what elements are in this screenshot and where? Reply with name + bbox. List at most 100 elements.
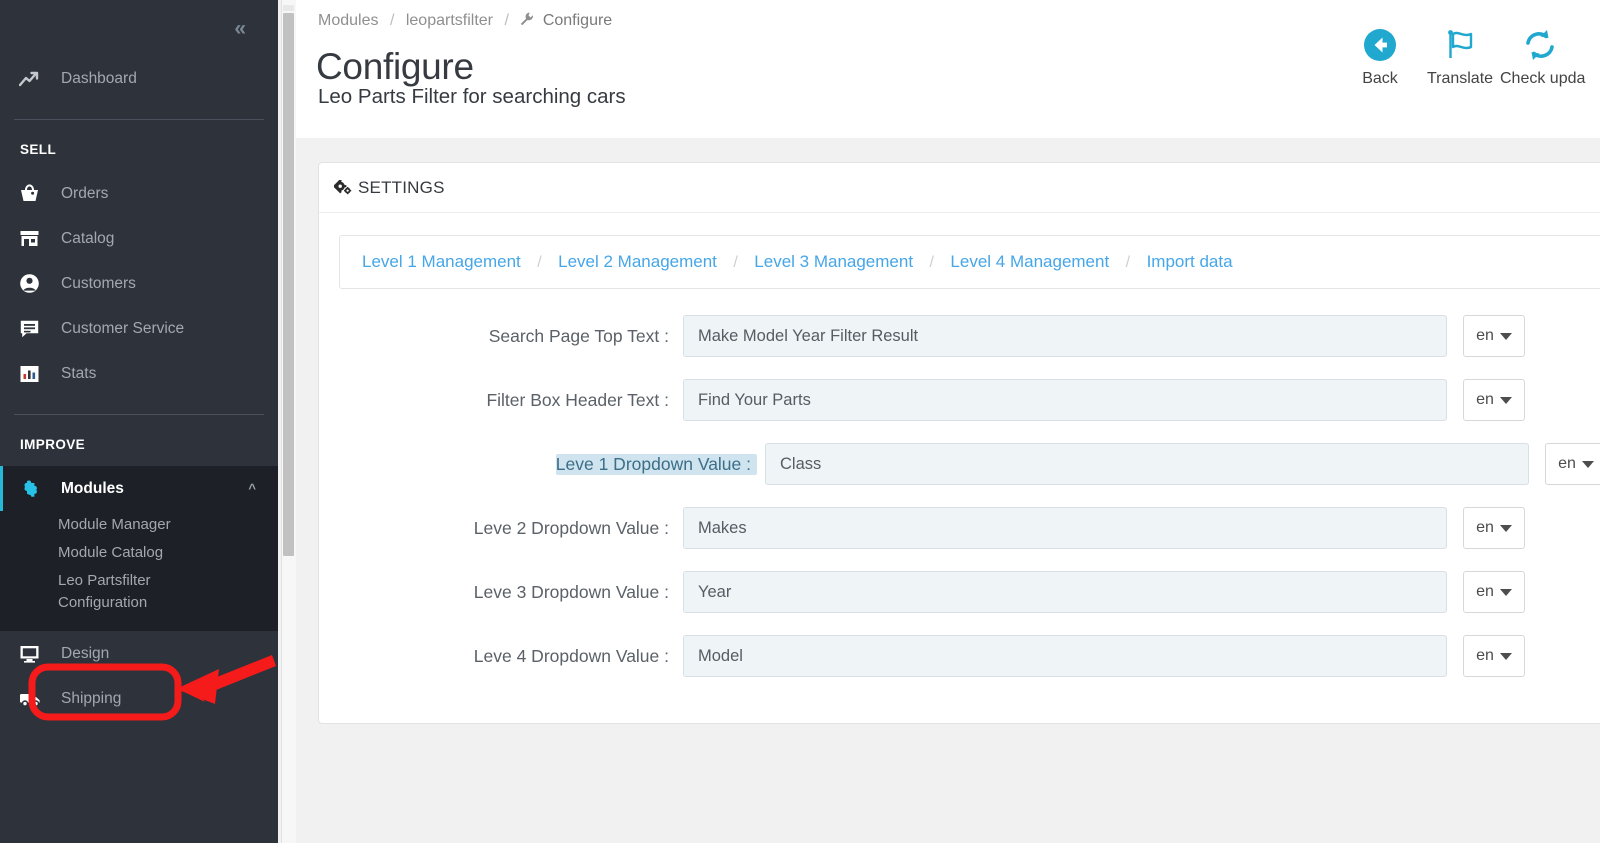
sidebar-item-catalog[interactable]: Catalog	[0, 216, 278, 261]
filter-box-header-text-input[interactable]	[683, 379, 1447, 421]
chevron-down-icon	[1499, 588, 1512, 596]
language-code-label: en	[1476, 647, 1494, 664]
sidebar-item-shipping[interactable]: Shipping	[0, 676, 278, 721]
sidebar-item-label: Design	[61, 644, 110, 662]
tab-level-2-management[interactable]: Level 2 Management	[558, 252, 717, 271]
chevron-down-icon	[1499, 332, 1512, 340]
sidebar-section-title-improve: IMPROVE	[20, 437, 86, 452]
flag-icon	[1442, 22, 1478, 68]
toolbar-label: Check upda	[1500, 70, 1586, 87]
sidebar-collapse-row: «	[0, 0, 278, 56]
sidebar-item-orders[interactable]: Orders	[0, 171, 278, 216]
tab-separator: /	[1125, 254, 1131, 271]
arrow-left-circle-icon	[1363, 22, 1397, 68]
trend-up-icon	[19, 68, 51, 90]
page-toolbar: Back Translate Check upda	[1340, 22, 1600, 88]
monitor-icon	[19, 643, 51, 665]
sidebar-item-label: Stats	[61, 364, 97, 382]
chevron-up-icon[interactable]: ^	[248, 482, 256, 495]
level-1-dropdown-value-input[interactable]	[765, 443, 1529, 485]
sidebar-scrollbar-cap	[283, 5, 294, 11]
toolbar-check-update-button[interactable]: Check upda	[1500, 22, 1600, 88]
language-selector-button[interactable]: en	[1463, 315, 1525, 357]
sidebar-item-label: Modules	[61, 479, 124, 497]
main-content: Modules / leopartsfilter / Configure Con…	[296, 0, 1600, 843]
settings-panel-title: SETTINGS	[358, 177, 445, 197]
chevron-double-left-icon[interactable]: «	[234, 18, 246, 39]
language-selector-button[interactable]: en	[1463, 379, 1525, 421]
tab-level-3-management[interactable]: Level 3 Management	[754, 252, 913, 271]
toolbar-translate-button[interactable]: Translate	[1420, 22, 1500, 88]
person-circle-icon	[19, 273, 51, 295]
level-2-dropdown-value-input[interactable]	[683, 507, 1447, 549]
main-sidebar: « Dashboard SELL Orders Catalog Customer…	[0, 0, 278, 843]
toolbar-label: Back	[1362, 70, 1398, 87]
bar-chart-icon	[19, 363, 51, 385]
language-selector-button[interactable]: en	[1463, 635, 1525, 677]
language-code-label: en	[1558, 455, 1576, 472]
tab-level-1-management[interactable]: Level 1 Management	[362, 252, 521, 271]
tab-separator: /	[929, 254, 934, 271]
sidebar-scrollbar-thumb[interactable]	[283, 13, 294, 556]
field-row-level-3-dropdown-value: Leve 3 Dropdown Value : en	[339, 571, 1600, 613]
sidebar-item-label: Catalog	[61, 229, 115, 247]
sidebar-item-label: Dashboard	[61, 69, 137, 87]
sidebar-item-label: Customer Service	[61, 319, 185, 337]
sidebar-section-title-sell: SELL	[20, 142, 57, 157]
breadcrumb-current: Configure	[542, 12, 613, 29]
language-code-label: en	[1476, 583, 1494, 600]
tab-separator: /	[733, 254, 738, 271]
tab-level-4-management[interactable]: Level 4 Management	[950, 252, 1109, 271]
breadcrumb: Modules / leopartsfilter / Configure	[318, 12, 612, 31]
refresh-icon	[1500, 22, 1558, 68]
field-label: Filter Box Header Text :	[486, 389, 669, 410]
content-background: SETTINGS Level 1 Management / Level 2 Ma…	[296, 138, 1600, 843]
tab-separator: /	[537, 254, 542, 271]
sidebar-item-label: Shipping	[61, 689, 122, 707]
field-label: Leve 4 Dropdown Value :	[473, 645, 669, 666]
chevron-down-icon	[1499, 652, 1512, 660]
sidebar-item-stats[interactable]: Stats	[0, 351, 278, 396]
truck-icon	[19, 688, 51, 710]
sidebar-item-dashboard[interactable]: Dashboard	[0, 56, 278, 101]
wrench-icon	[520, 12, 534, 31]
level-3-dropdown-value-input[interactable]	[683, 571, 1447, 613]
sidebar-submenu-modules: Module Manager Module Catalog Leo Partsf…	[0, 511, 278, 631]
sidebar-subitem-module-manager[interactable]: Module Manager	[0, 511, 278, 539]
language-code-label: en	[1476, 519, 1494, 536]
sidebar-item-label: Customers	[61, 274, 136, 292]
store-icon	[19, 228, 51, 250]
sidebar-item-customer-service[interactable]: Customer Service	[0, 306, 278, 351]
language-selector-button[interactable]: en	[1463, 507, 1525, 549]
tab-import-data[interactable]: Import data	[1147, 252, 1233, 271]
language-selector-button[interactable]: en	[1463, 571, 1525, 613]
settings-panel: SETTINGS Level 1 Management / Level 2 Ma…	[318, 162, 1600, 724]
sidebar-subitem-leo-partsfilter-configuration[interactable]: Leo Partsfilter Configuration	[0, 567, 160, 617]
sidebar-item-design[interactable]: Design	[0, 631, 278, 676]
breadcrumb-item-modules[interactable]: Modules	[318, 12, 378, 29]
language-selector-button[interactable]: en	[1545, 443, 1600, 485]
field-row-level-1-dropdown-value: Leve 1 Dropdown Value : en	[339, 443, 1600, 485]
gears-icon	[334, 179, 352, 196]
language-code-label: en	[1476, 327, 1494, 344]
field-label: Search Page Top Text :	[488, 325, 669, 346]
sidebar-item-customers[interactable]: Customers	[0, 261, 278, 306]
sidebar-subitem-module-catalog[interactable]: Module Catalog	[0, 539, 278, 567]
sidebar-item-label: Orders	[61, 184, 109, 202]
sidebar-item-modules[interactable]: Modules ^	[0, 466, 278, 511]
settings-panel-header: SETTINGS	[319, 163, 1600, 213]
breadcrumb-separator: /	[389, 12, 395, 29]
level-4-dropdown-value-input[interactable]	[683, 635, 1447, 677]
field-row-search-page-top-text: Search Page Top Text : en	[339, 315, 1600, 357]
page-subtitle: Leo Parts Filter for searching cars	[318, 85, 626, 108]
toolbar-label: Translate	[1426, 70, 1494, 87]
breadcrumb-item-leopartsfilter[interactable]: leopartsfilter	[406, 12, 493, 29]
field-label: Leve 2 Dropdown Value :	[473, 517, 669, 538]
language-code-label: en	[1476, 391, 1494, 408]
puzzle-icon	[19, 478, 51, 500]
search-page-top-text-input[interactable]	[683, 315, 1447, 357]
basket-icon	[19, 183, 51, 205]
chat-icon	[19, 318, 51, 340]
field-label-selected: Leve 1 Dropdown Value :	[555, 453, 757, 475]
toolbar-back-button[interactable]: Back	[1340, 22, 1420, 88]
